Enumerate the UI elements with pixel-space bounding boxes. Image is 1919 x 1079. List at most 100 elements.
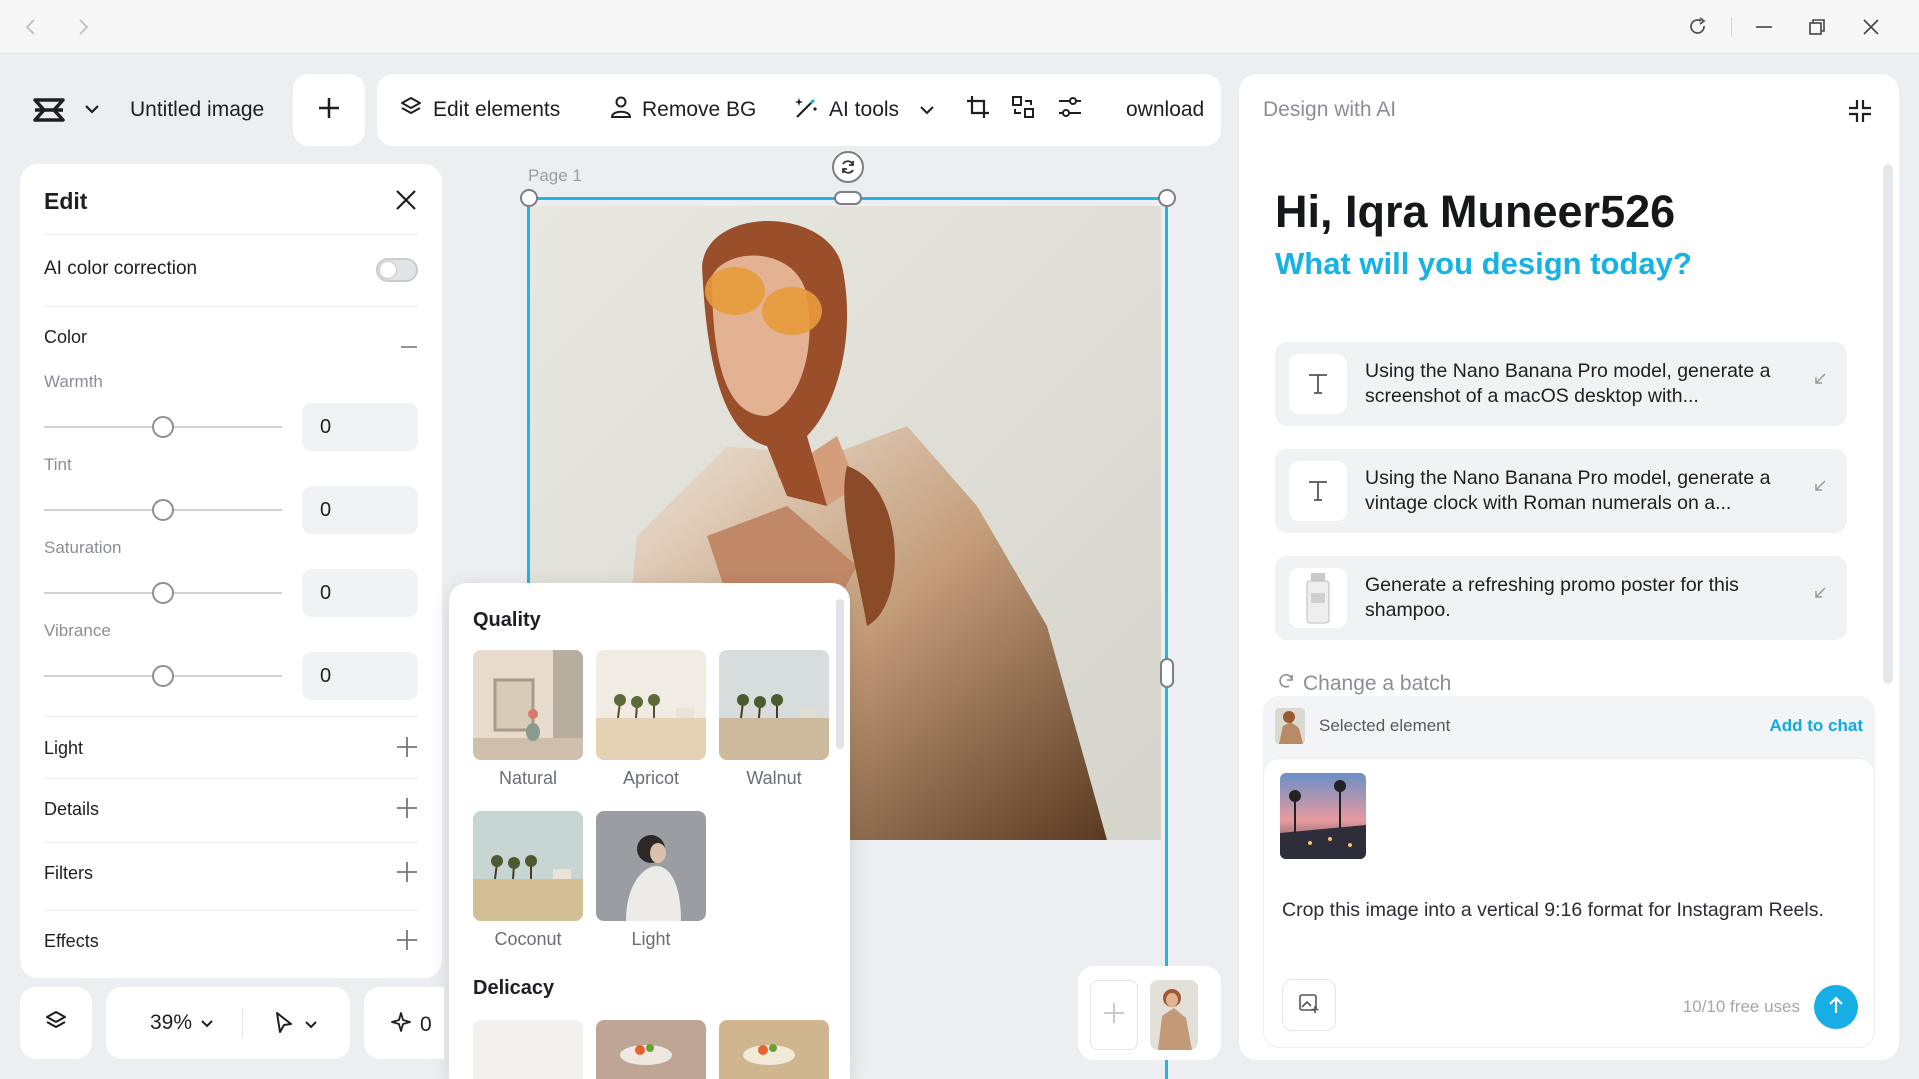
preset-coconut-label: Coconut <box>494 929 562 949</box>
prompt-text[interactable]: Crop this image into a vertical 9:16 for… <box>1282 897 1862 924</box>
layers-button[interactable] <box>20 987 92 1059</box>
warmth-slider-knob[interactable] <box>152 416 174 438</box>
page-thumbnail[interactable] <box>1150 980 1198 1050</box>
popup-scrollbar[interactable] <box>836 599 844 749</box>
sparkle-icon <box>390 1011 412 1039</box>
add-to-chat-link[interactable]: Add to chat <box>1770 716 1864 736</box>
attached-image[interactable] <box>1280 773 1366 859</box>
vibrance-value-input[interactable]: 0 <box>302 652 418 700</box>
section-effects[interactable]: Effects <box>44 931 99 952</box>
main-toolbar: Edit elements Remove BG AI tools ownload <box>377 74 1221 146</box>
plus-icon[interactable] <box>396 797 418 824</box>
zoom-dropdown[interactable]: 39% <box>150 1011 214 1035</box>
saturation-label: Saturation <box>44 538 122 557</box>
sliders-icon <box>1057 95 1083 125</box>
download-button[interactable]: ownload <box>1126 74 1204 146</box>
layers-icon <box>399 95 423 125</box>
tint-value-input[interactable]: 0 <box>302 486 418 534</box>
preset-apricot-thumbnail[interactable] <box>596 650 706 760</box>
design-with-ai-panel: Design with AI Hi, Iqra Muneer526 What w… <box>1239 74 1899 1060</box>
section-light[interactable]: Light <box>44 738 83 759</box>
minimize-icon[interactable] <box>1749 12 1779 42</box>
ai-panel-scrollbar[interactable] <box>1883 164 1893 684</box>
send-button[interactable] <box>1814 985 1858 1029</box>
chat-input-area[interactable]: Crop this image into a vertical 9:16 for… <box>1263 758 1875 1048</box>
delicacy-preset-3-thumbnail[interactable] <box>719 1020 829 1079</box>
resize-handle-right[interactable] <box>1160 658 1174 688</box>
chevron-down-icon[interactable] <box>84 102 100 120</box>
rotate-icon[interactable] <box>832 151 864 183</box>
saturation-value-input[interactable]: 0 <box>302 569 418 617</box>
layers-icon <box>44 1009 68 1038</box>
edit-panel-title: Edit <box>44 188 88 214</box>
zoom-controls: 39% <box>106 987 350 1059</box>
plus-icon <box>317 96 341 125</box>
crop-button[interactable] <box>966 74 990 146</box>
ai-credits-button[interactable]: 0 <box>364 987 444 1059</box>
chevron-right-icon[interactable] <box>68 12 98 42</box>
text-icon <box>1289 354 1347 414</box>
remove-bg-label: Remove BG <box>642 98 757 121</box>
section-details[interactable]: Details <box>44 799 99 820</box>
plus-icon[interactable] <box>396 861 418 888</box>
reload-icon[interactable] <box>1683 12 1713 42</box>
selected-element-row: Selected element Add to chat <box>1275 706 1863 746</box>
preset-walnut-label: Walnut <box>746 768 802 788</box>
insert-arrow-icon[interactable] <box>1813 372 1827 391</box>
section-filters[interactable]: Filters <box>44 863 93 884</box>
insert-arrow-icon[interactable] <box>1813 586 1827 605</box>
minus-icon[interactable] <box>400 336 418 354</box>
suggestion-card[interactable]: Using the Nano Banana Pro model, generat… <box>1275 449 1847 533</box>
insert-arrow-icon[interactable] <box>1813 479 1827 498</box>
preset-walnut-thumbnail[interactable] <box>719 650 829 760</box>
restore-icon[interactable] <box>1802 12 1832 42</box>
resize-handle-top[interactable] <box>834 191 862 205</box>
delicacy-preset-1-thumbnail[interactable] <box>473 1020 583 1079</box>
remove-bg-button[interactable]: Remove BG <box>610 74 756 146</box>
arrow-up-icon <box>1827 995 1845 1020</box>
plus-icon[interactable] <box>396 929 418 956</box>
preset-light-thumbnail[interactable] <box>596 811 706 921</box>
app-logo-icon[interactable] <box>32 96 66 129</box>
preset-coconut-thumbnail[interactable] <box>473 811 583 921</box>
download-label: ownload <box>1126 98 1205 121</box>
window-titlebar <box>0 0 1919 54</box>
preset-apricot-label: Apricot <box>622 768 680 788</box>
chevron-down-icon <box>919 98 935 122</box>
document-title[interactable]: Untitled image <box>130 98 264 122</box>
plus-icon[interactable] <box>396 736 418 763</box>
pointer-tool-dropdown[interactable] <box>274 1011 318 1040</box>
delicacy-preset-2-thumbnail[interactable] <box>596 1020 706 1079</box>
resize-handle-top-right[interactable] <box>1158 189 1176 207</box>
close-icon[interactable] <box>1856 12 1886 42</box>
change-batch-button[interactable]: Change a batch <box>1277 672 1451 696</box>
zoom-level: 39% <box>150 1011 193 1034</box>
edit-elements-button[interactable]: Edit elements <box>399 74 560 146</box>
tint-slider-knob[interactable] <box>152 499 174 521</box>
warmth-value-input[interactable]: 0 <box>302 403 418 451</box>
greeting-subheading: What will you design today? <box>1275 246 1692 281</box>
suggestion-card[interactable]: Generate a refreshing promo poster for t… <box>1275 556 1847 640</box>
suggestion-card[interactable]: Using the Nano Banana Pro model, generat… <box>1275 342 1847 426</box>
arrange-button[interactable] <box>1011 74 1035 146</box>
close-icon[interactable] <box>394 188 418 217</box>
vibrance-slider-knob[interactable] <box>152 665 174 687</box>
ai-tools-button[interactable]: AI tools <box>793 74 935 146</box>
chevron-down-icon <box>200 1011 214 1035</box>
ai-color-correction-toggle[interactable] <box>376 258 418 282</box>
saturation-slider-knob[interactable] <box>152 582 174 604</box>
add-image-button[interactable] <box>1282 979 1336 1031</box>
edit-panel: Edit AI color correction Color Warmth 0 … <box>20 164 442 978</box>
collapse-icon[interactable] <box>1847 98 1873 129</box>
add-button[interactable] <box>293 74 365 146</box>
divider <box>242 1009 243 1037</box>
resize-handle-top-left[interactable] <box>520 189 538 207</box>
add-page-button[interactable] <box>1090 980 1138 1050</box>
adjust-button[interactable] <box>1057 74 1083 146</box>
preset-natural-thumbnail[interactable] <box>473 650 583 760</box>
divider <box>44 234 418 235</box>
plus-icon <box>1103 1002 1125 1029</box>
refresh-icon <box>1277 672 1295 696</box>
chevron-left-icon[interactable] <box>16 12 46 42</box>
shampoo-thumbnail <box>1289 568 1347 628</box>
